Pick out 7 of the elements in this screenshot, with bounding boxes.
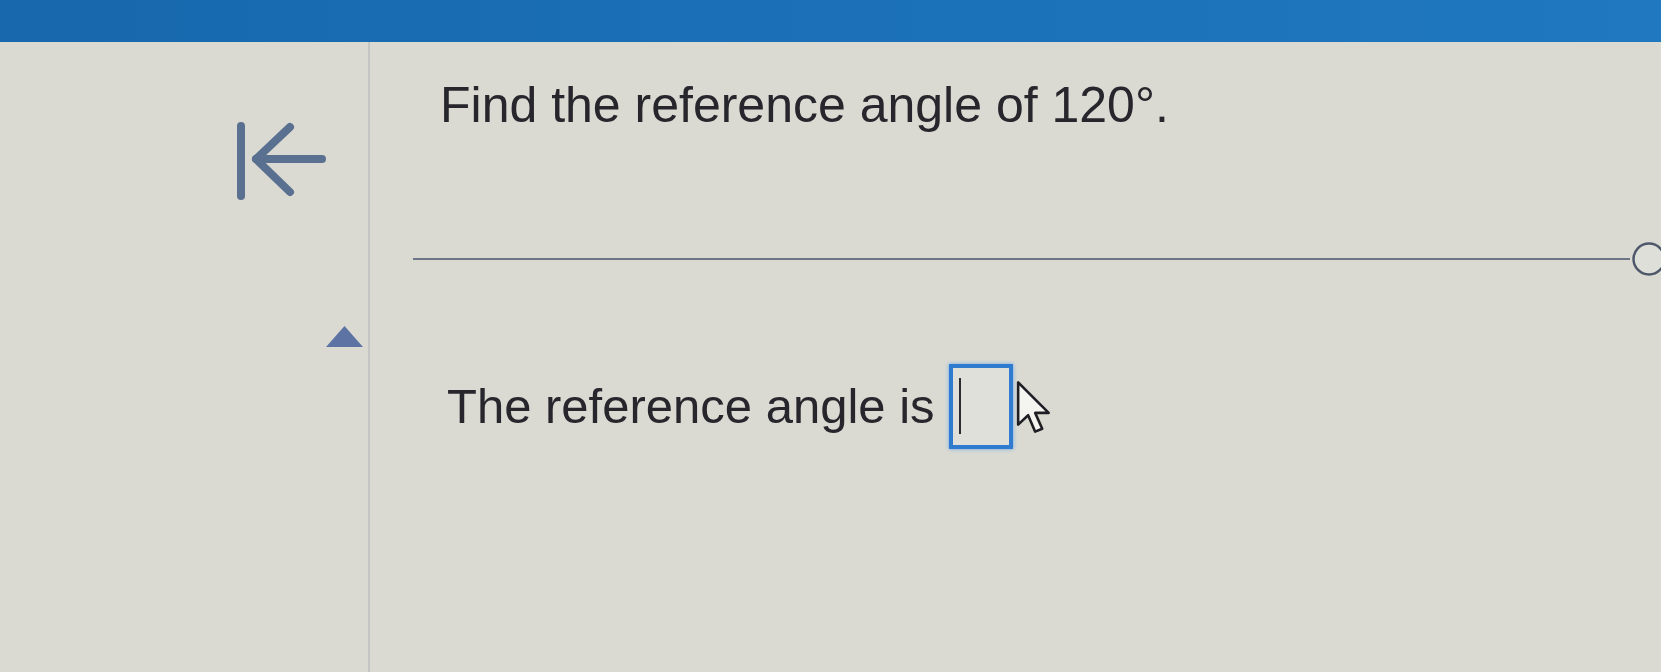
mouse-pointer-icon: [1014, 379, 1053, 434]
triangle-icon[interactable]: [326, 326, 363, 347]
handle-icon[interactable]: [1630, 240, 1661, 277]
answer-box[interactable]: [948, 363, 1013, 449]
question-text: Find the reference angle of 120°.: [440, 77, 1170, 135]
text-caret-icon: [958, 378, 961, 434]
answer-prompt: The reference angle is: [447, 378, 935, 434]
